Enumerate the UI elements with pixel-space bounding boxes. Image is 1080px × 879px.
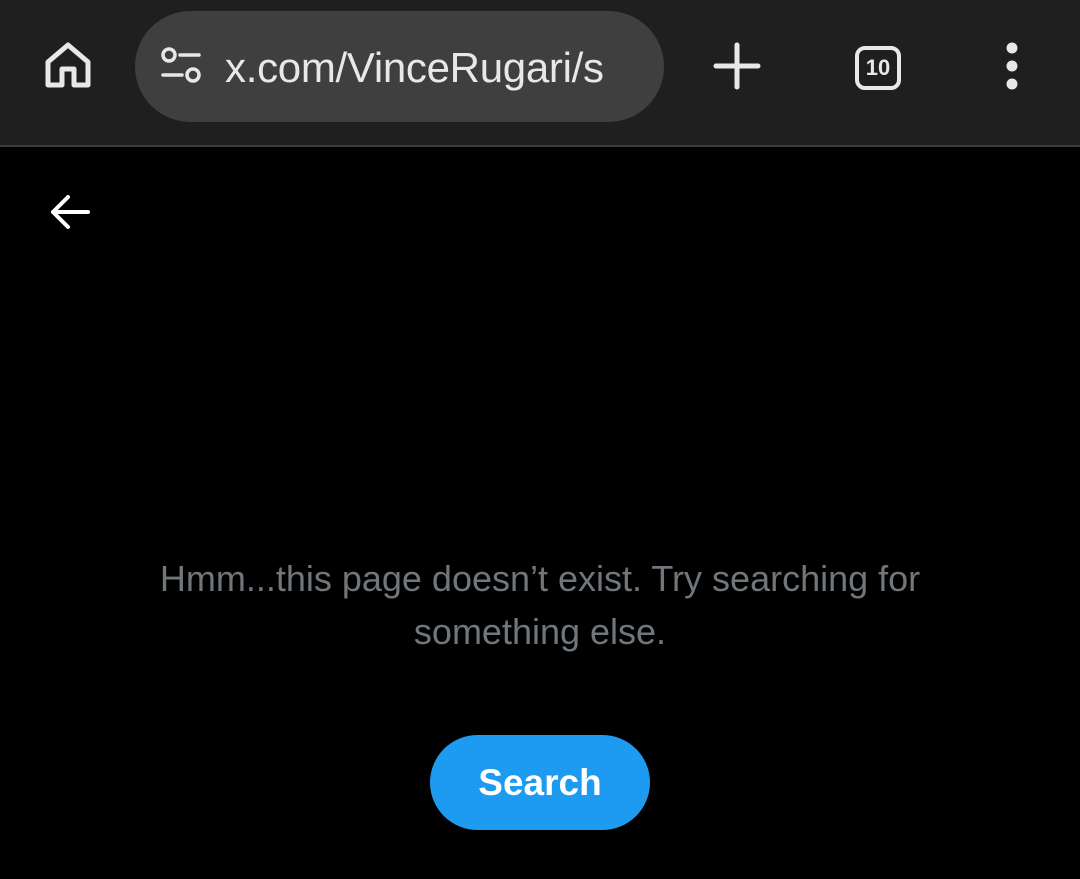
search-button-label: Search <box>478 761 602 803</box>
tab-count: 10 <box>865 55 891 80</box>
home-icon <box>43 39 93 96</box>
toolbar-divider <box>0 145 1080 147</box>
arrow-left-icon <box>48 194 92 235</box>
address-bar[interactable]: x.com/VinceRugari/s <box>135 11 664 122</box>
site-settings-button[interactable] <box>157 44 205 90</box>
browser-menu-button[interactable] <box>986 36 1038 100</box>
tune-icon <box>159 45 203 90</box>
browser-toolbar: x.com/VinceRugari/s 10 <box>0 0 1080 145</box>
not-found-message: Hmm...this page doesn’t exist. Try searc… <box>159 558 921 652</box>
tab-switcher-button[interactable]: 10 <box>845 36 911 100</box>
more-vert-icon <box>1002 40 1022 97</box>
url-text[interactable]: x.com/VinceRugari/s <box>225 43 655 93</box>
plus-icon <box>712 41 762 96</box>
home-button[interactable] <box>30 34 106 100</box>
back-button[interactable] <box>40 188 100 240</box>
tab-switcher-icon: 10 <box>855 46 901 90</box>
new-tab-button[interactable] <box>705 36 769 100</box>
search-button[interactable]: Search <box>430 735 650 830</box>
